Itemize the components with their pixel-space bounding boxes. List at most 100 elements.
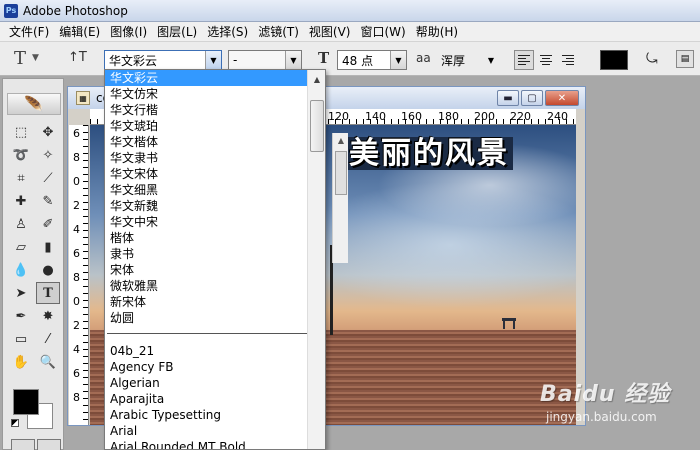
antialias-select[interactable]: 浑厚 ▼ bbox=[436, 50, 500, 70]
gradient-tool-icon[interactable]: ▮ bbox=[36, 236, 60, 258]
maximize-button[interactable]: ▢ bbox=[521, 90, 543, 106]
eyedropper-tool-icon[interactable]: ⁄ bbox=[36, 328, 60, 350]
font-option[interactable]: Aparajita bbox=[105, 391, 309, 407]
font-option[interactable]: Arial Rounded MT Bold bbox=[105, 439, 309, 449]
app-titlebar: Ps Adobe Photoshop bbox=[0, 0, 700, 22]
menu-file[interactable]: 文件(F) bbox=[4, 23, 54, 40]
pen-tool-icon[interactable]: ✒ bbox=[9, 305, 33, 327]
align-right-button[interactable] bbox=[558, 50, 578, 70]
ruler-label: 8 bbox=[73, 391, 80, 404]
font-option[interactable]: 新宋体 bbox=[105, 294, 309, 310]
align-left-button[interactable] bbox=[514, 50, 534, 70]
font-option[interactable]: 华文隶书 bbox=[105, 150, 309, 166]
baidu-jingyan-watermark: Baidu 经验 jingyan.baidu.com bbox=[540, 376, 690, 436]
warp-text-icon[interactable]: ⤿ bbox=[646, 51, 658, 67]
notes-tool-icon[interactable]: ▭ bbox=[9, 328, 33, 350]
eraser-tool-icon[interactable]: ▱ bbox=[9, 236, 33, 258]
font-option[interactable]: 隶书 bbox=[105, 246, 309, 262]
quick-mask-button[interactable] bbox=[37, 439, 61, 450]
font-option[interactable]: Agency FB bbox=[105, 359, 309, 375]
font-family-dropdown: 华文彩云 华文仿宋 华文行楷 华文琥珀 华文楷体 华文隶书 华文宋体 华文细黑 … bbox=[104, 69, 326, 450]
font-option[interactable]: 华文细黑 bbox=[105, 182, 309, 198]
ruler-label: 6 bbox=[73, 127, 80, 140]
default-colors-icon[interactable] bbox=[11, 419, 19, 427]
blur-tool-icon[interactable]: 💧 bbox=[9, 259, 33, 281]
ruler-label: 8 bbox=[73, 151, 80, 164]
font-family-select[interactable]: 华文彩云 ▼ bbox=[104, 50, 222, 70]
menu-select[interactable]: 选择(S) bbox=[202, 23, 253, 40]
standard-mode-button[interactable] bbox=[11, 439, 35, 450]
marquee-tool-icon[interactable]: ⬚ bbox=[9, 121, 33, 143]
character-palette-icon[interactable]: ▤ bbox=[676, 50, 694, 68]
slice-tool-icon[interactable]: ⟋ bbox=[36, 167, 60, 189]
font-option[interactable]: 华文彩云 bbox=[105, 70, 309, 86]
font-option[interactable]: 幼圆 bbox=[105, 310, 309, 326]
chevron-down-icon[interactable]: ▼ bbox=[205, 51, 221, 69]
scroll-up-icon[interactable]: ▲ bbox=[333, 133, 349, 147]
minimize-button[interactable]: ▬ bbox=[497, 90, 519, 106]
tool-preset-picker[interactable]: T ▼ bbox=[14, 47, 54, 69]
lasso-tool-icon[interactable]: ➰ bbox=[9, 144, 33, 166]
font-option[interactable]: 华文仿宋 bbox=[105, 86, 309, 102]
font-option[interactable]: 华文新魏 bbox=[105, 198, 309, 214]
font-option[interactable]: 华文宋体 bbox=[105, 166, 309, 182]
font-option[interactable]: 华文琥珀 bbox=[105, 118, 309, 134]
clone-stamp-tool-icon[interactable]: ♙ bbox=[9, 213, 33, 235]
font-option[interactable]: 宋体 bbox=[105, 262, 309, 278]
vertical-ruler: 6 8 0 2 4 6 8 0 2 4 6 8 bbox=[69, 125, 89, 425]
menu-image[interactable]: 图像(I) bbox=[105, 23, 152, 40]
font-option[interactable]: 04b_21 bbox=[105, 343, 309, 359]
menu-window[interactable]: 窗口(W) bbox=[355, 23, 410, 40]
font-option[interactable]: Arial bbox=[105, 423, 309, 439]
ruler-label: 2 bbox=[73, 199, 80, 212]
chevron-down-icon[interactable]: ▼ bbox=[483, 51, 499, 69]
scrollbar-thumb[interactable] bbox=[335, 151, 347, 195]
chevron-down-icon: ▼ bbox=[32, 53, 39, 63]
font-size-icon: T bbox=[318, 49, 330, 67]
font-option[interactable]: 微软雅黑 bbox=[105, 278, 309, 294]
menu-view[interactable]: 视图(V) bbox=[304, 23, 356, 40]
close-button[interactable]: ✕ bbox=[545, 90, 579, 106]
canvas-text-layer[interactable]: 美丽的风景 bbox=[345, 137, 513, 170]
magic-wand-tool-icon[interactable]: ✧ bbox=[36, 144, 60, 166]
text-color-swatch[interactable] bbox=[600, 50, 628, 70]
menu-filter[interactable]: 滤镜(T) bbox=[253, 23, 304, 40]
foreground-color-swatch[interactable] bbox=[13, 389, 39, 415]
font-style-select[interactable]: - ▼ bbox=[228, 50, 302, 70]
font-family-value: 华文彩云 bbox=[109, 53, 158, 68]
healing-brush-tool-icon[interactable]: ✚ bbox=[9, 190, 33, 212]
font-list: 华文彩云 华文仿宋 华文行楷 华文琥珀 华文楷体 华文隶书 华文宋体 华文细黑 … bbox=[105, 70, 309, 449]
canvas-scrollbar[interactable]: ▲ bbox=[332, 133, 348, 263]
menu-layer[interactable]: 图层(L) bbox=[152, 23, 202, 40]
menu-help[interactable]: 帮助(H) bbox=[411, 23, 463, 40]
shape-tool-icon[interactable]: ✸ bbox=[36, 305, 60, 327]
menu-edit[interactable]: 编辑(E) bbox=[54, 23, 105, 40]
crop-tool-icon[interactable]: ⌗ bbox=[9, 167, 33, 189]
align-center-button[interactable] bbox=[536, 50, 556, 70]
ruler-label: 0 bbox=[73, 295, 80, 308]
path-select-tool-icon[interactable]: ➤ bbox=[9, 282, 33, 304]
app-title: Adobe Photoshop bbox=[23, 3, 128, 18]
move-tool-icon[interactable]: ✥ bbox=[36, 121, 60, 143]
chevron-down-icon[interactable]: ▼ bbox=[390, 51, 406, 69]
font-option[interactable]: 楷体 bbox=[105, 230, 309, 246]
ruler-label: 8 bbox=[73, 271, 80, 284]
text-tool-icon[interactable]: T bbox=[36, 282, 60, 304]
brush-tool-icon[interactable]: ✎ bbox=[36, 190, 60, 212]
zoom-tool-icon[interactable]: 🔍 bbox=[36, 351, 60, 373]
font-size-select[interactable]: 48 点 ▼ bbox=[337, 50, 407, 70]
chevron-down-icon[interactable]: ▼ bbox=[285, 51, 301, 69]
font-option[interactable]: Arabic Typesetting bbox=[105, 407, 309, 423]
font-option[interactable]: 华文行楷 bbox=[105, 102, 309, 118]
dodge-tool-icon[interactable]: ● bbox=[36, 259, 60, 281]
font-option[interactable]: 华文楷体 bbox=[105, 134, 309, 150]
font-list-scrollbar[interactable]: ▲ bbox=[307, 70, 325, 449]
font-option[interactable]: 华文中宋 bbox=[105, 214, 309, 230]
font-option[interactable]: Algerian bbox=[105, 375, 309, 391]
text-orientation-icon[interactable]: ↑T bbox=[68, 50, 87, 65]
scrollbar-thumb[interactable] bbox=[310, 100, 324, 152]
history-brush-tool-icon[interactable]: ✐ bbox=[36, 213, 60, 235]
scroll-up-icon[interactable]: ▲ bbox=[308, 72, 325, 86]
hand-tool-icon[interactable]: ✋ bbox=[9, 351, 33, 373]
ruler-label: 4 bbox=[73, 223, 80, 236]
